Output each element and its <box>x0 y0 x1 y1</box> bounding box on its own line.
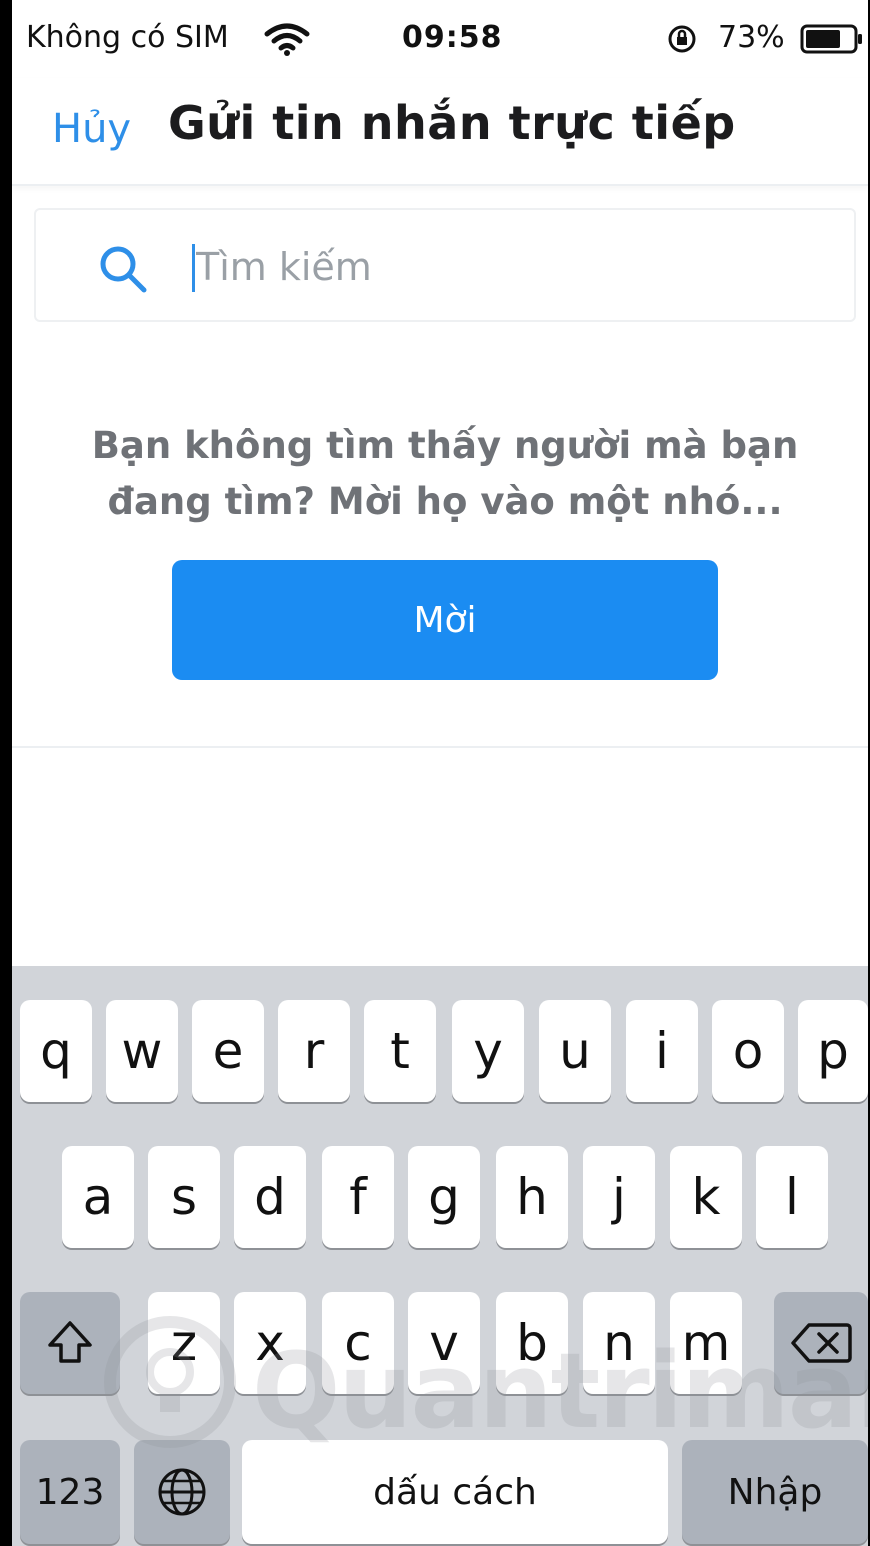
key-g[interactable]: g <box>408 1146 480 1248</box>
invite-button[interactable]: Mời <box>172 560 718 680</box>
key-c[interactable]: c <box>322 1292 394 1394</box>
key-r[interactable]: r <box>278 1000 350 1102</box>
clock: 09:58 <box>402 20 503 55</box>
text-cursor <box>192 244 195 292</box>
space-key[interactable]: dấu cách <box>242 1440 668 1544</box>
key-h[interactable]: h <box>496 1146 568 1248</box>
divider <box>12 746 868 748</box>
empty-state-message: Bạn không tìm thấy người mà bạn đang tìm… <box>91 424 799 523</box>
key-k[interactable]: k <box>670 1146 742 1248</box>
key-i[interactable]: i <box>626 1000 698 1102</box>
orientation-lock-icon <box>668 25 696 53</box>
globe-icon <box>158 1468 206 1516</box>
search-bar[interactable] <box>34 208 856 322</box>
key-a[interactable]: a <box>62 1146 134 1248</box>
key-y[interactable]: y <box>452 1000 524 1102</box>
direct-message-screen: Không có SIM 09:58 73% Hủy Gửi tin nhắn … <box>0 0 870 1546</box>
key-m[interactable]: m <box>670 1292 742 1394</box>
battery-icon <box>800 24 862 54</box>
shift-icon <box>48 1321 92 1363</box>
key-e[interactable]: e <box>192 1000 264 1102</box>
shift-key[interactable] <box>20 1292 120 1394</box>
cancel-button[interactable]: Hủy <box>52 106 131 152</box>
key-j[interactable]: j <box>583 1146 655 1248</box>
globe-key[interactable] <box>134 1440 230 1544</box>
key-o[interactable]: o <box>712 1000 784 1102</box>
key-x[interactable]: x <box>234 1292 306 1394</box>
key-q[interactable]: q <box>20 1000 92 1102</box>
key-z[interactable]: z <box>148 1292 220 1394</box>
backspace-icon <box>791 1323 852 1363</box>
key-f[interactable]: f <box>322 1146 394 1248</box>
key-s[interactable]: s <box>148 1146 220 1248</box>
key-t[interactable]: t <box>364 1000 436 1102</box>
key-u[interactable]: u <box>539 1000 611 1102</box>
key-n[interactable]: n <box>583 1292 655 1394</box>
key-l[interactable]: l <box>756 1146 828 1248</box>
key-w[interactable]: w <box>106 1000 178 1102</box>
carrier-label: Không có SIM <box>26 20 229 55</box>
search-icon <box>100 246 147 293</box>
battery-percent: 73% <box>718 20 785 55</box>
key-v[interactable]: v <box>408 1292 480 1394</box>
key-b[interactable]: b <box>496 1292 568 1394</box>
key-d[interactable]: d <box>234 1146 306 1248</box>
wifi-icon <box>264 23 310 56</box>
numbers-key[interactable]: 123 <box>20 1440 120 1544</box>
return-key[interactable]: Nhập <box>682 1440 868 1544</box>
backspace-key[interactable] <box>774 1292 868 1394</box>
key-p[interactable]: p <box>798 1000 868 1102</box>
on-screen-keyboard: q w e r t y u i o p a s d f g h j k l z … <box>12 966 868 1546</box>
navigation-bar: Hủy Gửi tin nhắn trực tiếp <box>12 78 868 186</box>
status-bar: Không có SIM 09:58 73% <box>12 0 868 78</box>
page-title: Gửi tin nhắn trực tiếp <box>168 96 736 150</box>
search-input[interactable] <box>196 230 816 304</box>
